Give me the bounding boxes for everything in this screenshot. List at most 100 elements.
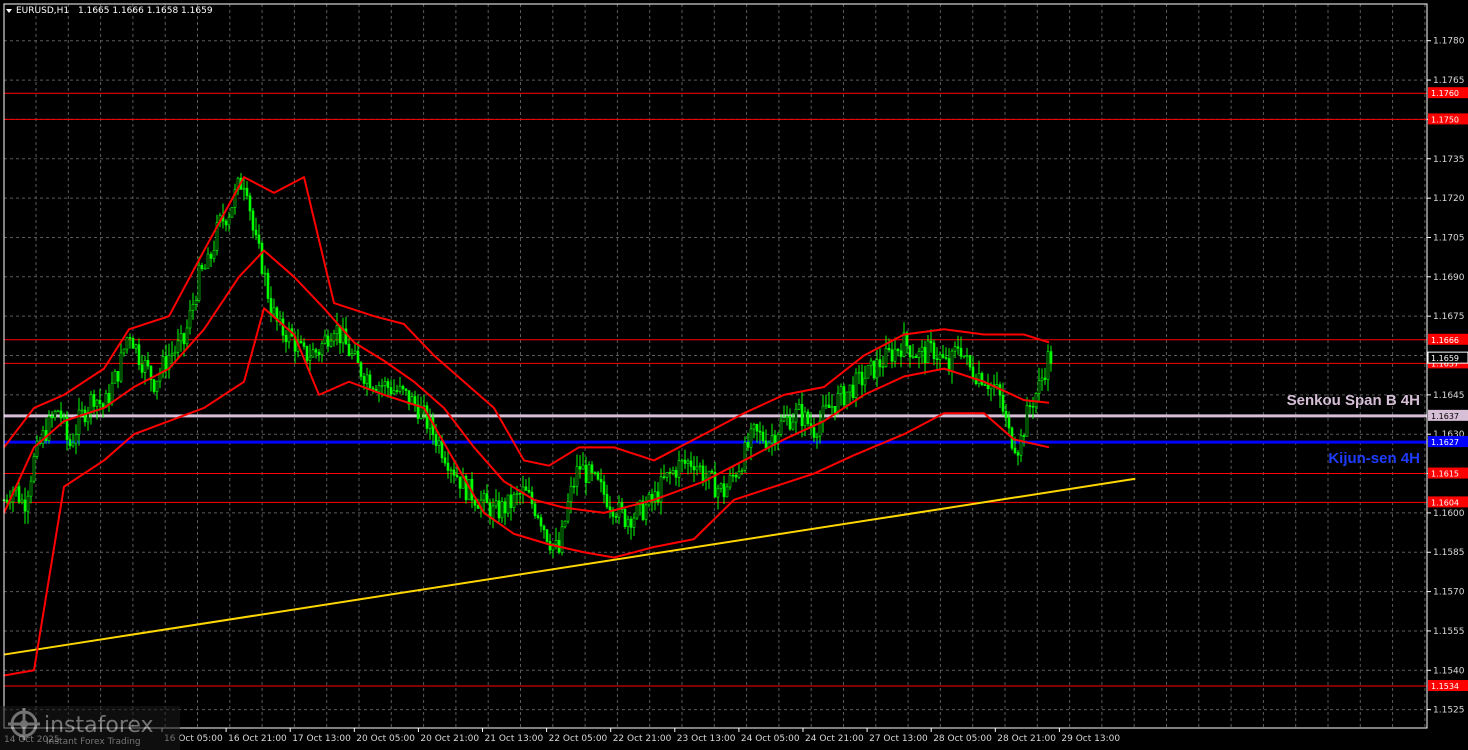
- candle-body: [1040, 377, 1044, 381]
- y-tick-label: 1.1540: [1433, 666, 1465, 676]
- watermark-tagline: Instant Forex Trading: [46, 737, 141, 747]
- label-layer: 1.17601.17501.16661.16571.16151.16041.15…: [1427, 87, 1468, 692]
- candle-body: [716, 488, 720, 498]
- candle-body: [983, 384, 987, 387]
- candle-body: [185, 327, 189, 345]
- candle-body: [605, 494, 609, 508]
- candle-body: [884, 347, 888, 367]
- candle-body: [737, 471, 741, 478]
- kijun-sen-label: Kijun-sen 4H: [1328, 450, 1420, 467]
- candle-body: [176, 340, 180, 353]
- y-tick-label: 1.1780: [1433, 37, 1465, 47]
- candle-body: [941, 354, 945, 358]
- candle-body: [23, 499, 27, 512]
- candle-body: [5, 499, 9, 503]
- price-chart[interactable]: 1.1525 1.1540 1.1555 1.1570 1.1585 1.1600 1.16…: [0, 0, 1468, 750]
- candle-body: [164, 356, 168, 371]
- candle-body: [911, 356, 915, 358]
- candle-body: [788, 416, 792, 430]
- candle-body: [878, 359, 882, 368]
- level-price-label: 1.1666: [1431, 336, 1459, 345]
- trend-layer: [3, 477, 1136, 656]
- candle-body: [83, 409, 87, 423]
- candle-body: [803, 411, 807, 427]
- senkou-span-label: Senkou Span B 4H: [1287, 392, 1420, 409]
- candle-body: [485, 493, 489, 504]
- candle-body: [893, 348, 897, 362]
- candle-body: [254, 229, 258, 236]
- candle-body: [512, 494, 516, 508]
- candle-body: [92, 394, 96, 407]
- candle-body: [386, 381, 390, 388]
- candle-body: [257, 234, 261, 244]
- candle-body: [662, 476, 666, 479]
- chart-header: EURUSD,H1 1.1665 1.1666 1.1658 1.1659: [6, 6, 213, 16]
- candle-body: [584, 464, 588, 483]
- candle-body: [569, 485, 573, 503]
- header-ohlc: 1.1665 1.1666 1.1658 1.1659: [78, 6, 213, 16]
- candle-body: [980, 373, 984, 386]
- candle-body: [938, 354, 942, 360]
- candle-body: [815, 435, 819, 438]
- candle-body: [707, 470, 711, 479]
- header-triangle-icon: [6, 9, 12, 13]
- y-tick-label: 1.1720: [1433, 194, 1465, 204]
- candle-body: [1007, 417, 1011, 429]
- candle-body: [323, 335, 327, 344]
- bollinger-layer: [3, 176, 1050, 677]
- candle-body: [143, 360, 147, 373]
- candle-body: [197, 264, 201, 301]
- candle-body: [689, 460, 693, 467]
- candle-body: [362, 376, 366, 384]
- candle-body: [1046, 351, 1050, 380]
- candle-body: [332, 333, 336, 342]
- candle-body: [563, 520, 567, 528]
- candle-body: [458, 476, 462, 489]
- candle-body: [545, 529, 549, 542]
- candle-body: [1013, 447, 1017, 453]
- candle-body: [935, 358, 939, 360]
- candle-body: [50, 416, 54, 419]
- candle-body: [74, 434, 78, 444]
- candle-body: [230, 207, 234, 218]
- candle-body: [791, 421, 795, 430]
- candle-body: [734, 474, 738, 478]
- candle-body: [575, 466, 579, 487]
- y-tick-label: 1.1705: [1433, 233, 1465, 243]
- candle-body: [593, 472, 597, 474]
- candle-body: [680, 459, 684, 462]
- candle-body: [242, 187, 246, 190]
- candle-body: [224, 220, 228, 226]
- candle-body: [656, 491, 660, 503]
- candle-body: [212, 250, 216, 259]
- candle-body: [902, 332, 906, 357]
- candle-body: [272, 307, 276, 315]
- candle-body: [881, 366, 885, 368]
- candle-body: [305, 346, 309, 361]
- candle-body: [671, 470, 675, 474]
- candle-body: [740, 470, 744, 472]
- candle-body: [122, 348, 126, 354]
- y-tick-label: 1.1555: [1433, 627, 1465, 637]
- candle-body: [302, 342, 306, 347]
- candle-body: [626, 518, 630, 527]
- candle-body: [20, 499, 24, 503]
- level-price-label: 1.1604: [1431, 498, 1459, 507]
- candle-body: [956, 346, 960, 349]
- candle-body: [665, 471, 669, 478]
- candle-body: [1028, 405, 1032, 407]
- x-tick-label: 29 Oct 13:00: [1061, 734, 1120, 744]
- candle-body: [347, 343, 351, 356]
- candle-body: [866, 365, 870, 379]
- candle-body: [170, 353, 174, 356]
- y-tick-label: 1.1675: [1433, 312, 1465, 322]
- candle-body: [614, 516, 618, 518]
- candle-body: [179, 333, 183, 342]
- x-tick-label: 17 Oct 13:00: [292, 734, 351, 744]
- candle-body: [443, 457, 447, 464]
- candle-body: [731, 474, 735, 477]
- candle-body: [554, 539, 558, 545]
- candle-body: [356, 350, 360, 363]
- x-tick-label: 23 Oct 13:00: [677, 734, 736, 744]
- candle-body: [494, 500, 498, 507]
